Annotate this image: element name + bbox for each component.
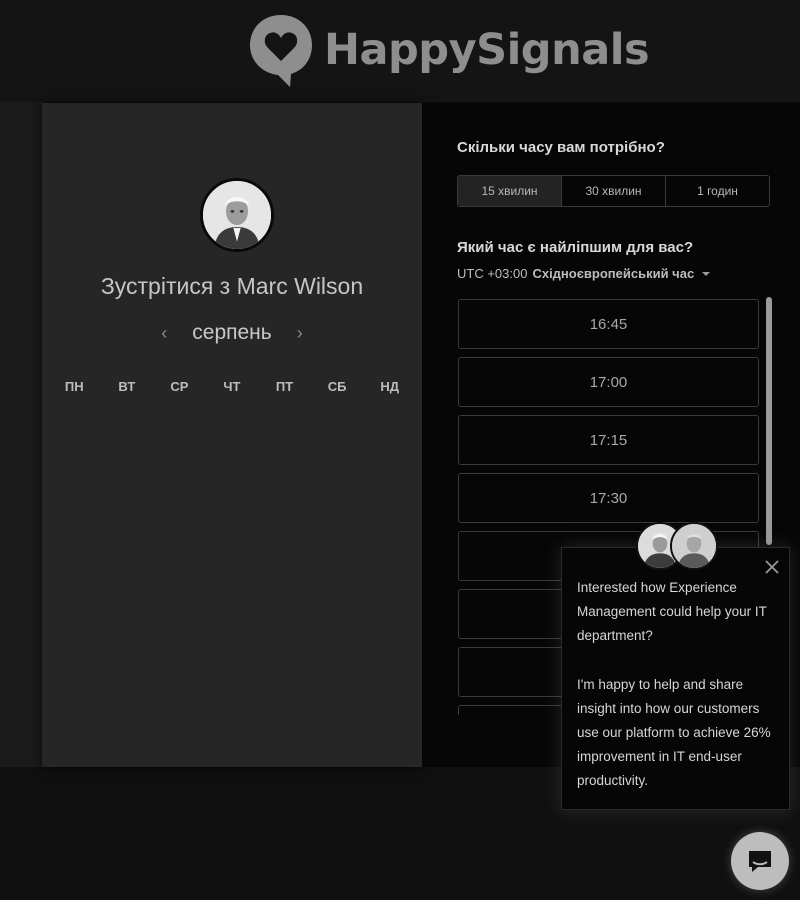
logo[interactable]: HappySignals — [246, 10, 650, 90]
timezone-selector[interactable]: UTC +03:00 Східноєвропейський час — [457, 266, 711, 281]
weekday-header: ПН ВТ СР ЧТ ПТ СБ НД — [42, 379, 422, 394]
host-avatar — [200, 178, 274, 252]
chat-launcher-button[interactable] — [731, 832, 789, 890]
time-slot[interactable]: 17:30 — [458, 473, 759, 523]
duration-60-button[interactable]: 1 годин — [666, 176, 769, 206]
scrollbar[interactable] — [766, 297, 772, 545]
person-photo-icon — [203, 181, 271, 249]
chevron-right-icon[interactable]: › — [294, 323, 306, 344]
timezone-name: Східноєвропейський час — [532, 266, 695, 281]
duration-selector: 15 хвилин 30 хвилин 1 годин — [457, 175, 770, 207]
chat-bubble-icon — [749, 851, 771, 872]
caret-down-icon — [702, 271, 711, 276]
weekday-mon: ПН — [64, 379, 84, 394]
chat-message-body: I'm happy to help and share insight into… — [577, 677, 771, 788]
host-calendar-card: Зустрітися з Marc Wilson ‹ серпень › ПН … — [42, 103, 422, 767]
logo-text: HappySignals — [324, 25, 650, 75]
time-slot[interactable]: 17:00 — [458, 357, 759, 407]
heart-speech-bubble-icon — [250, 15, 312, 87]
timezone-offset: UTC +03:00 — [457, 266, 528, 281]
chat-message-intro: Interested how Experience Management cou… — [577, 580, 767, 643]
weekday-fri: ПТ — [275, 379, 294, 394]
close-icon[interactable] — [763, 558, 781, 576]
page: HappySignals Зустрітися з Marc Wilson ‹ … — [0, 0, 800, 900]
meeting-title: Зустрітися з Marc Wilson — [100, 273, 364, 299]
duration-30-button[interactable]: 30 хвилин — [562, 176, 666, 206]
time-slot[interactable]: 17:15 — [458, 415, 759, 465]
time-slot[interactable]: 16:45 — [458, 299, 759, 349]
weekday-sun: НД — [380, 379, 399, 394]
person-photo-icon — [672, 524, 716, 568]
agent-avatar — [670, 522, 718, 570]
chat-popup: Interested how Experience Management cou… — [561, 547, 790, 810]
chevron-left-icon[interactable]: ‹ — [158, 323, 170, 344]
header: HappySignals — [0, 0, 800, 102]
duration-question: Скільки часу вам потрібно? — [457, 139, 665, 156]
weekday-tue: ВТ — [118, 379, 136, 394]
chat-agents — [636, 522, 718, 572]
month-navigation: ‹ серпень › — [42, 321, 422, 345]
weekday-thu: ЧТ — [223, 379, 241, 394]
month-label: серпень — [192, 321, 272, 344]
left-background — [0, 102, 44, 767]
duration-15-button[interactable]: 15 хвилин — [458, 176, 562, 206]
weekday-wed: СР — [170, 379, 189, 394]
time-question: Який час є найліпшим для вас? — [457, 239, 694, 256]
weekday-sat: СБ — [327, 379, 347, 394]
